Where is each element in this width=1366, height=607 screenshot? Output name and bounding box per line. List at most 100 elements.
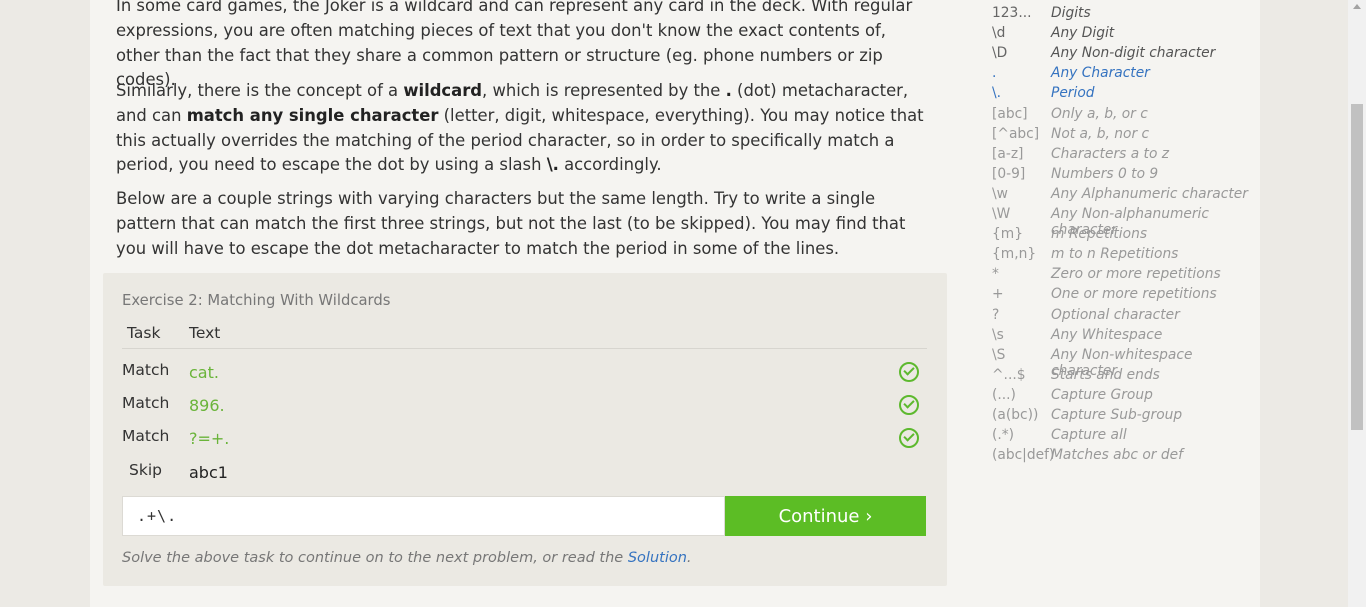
bold-match-any: match any single character [186,105,439,125]
reference-description: Not a, b, nor c [1051,126,1150,142]
reference-description: Period [1051,85,1095,101]
reference-item: \. Period [992,85,1262,105]
reference-symbol: (a(bc)) [992,407,1039,423]
reference-item: \d Any Digit [992,25,1262,45]
check-circle-icon [899,428,919,448]
regex-input[interactable] [123,497,724,535]
reference-description: Zero or more repetitions [1051,266,1221,282]
reference-symbol: \S [992,347,1006,363]
row-task: Skip [129,461,162,479]
row-text: abc1 [189,463,228,482]
reference-description: Capture all [1051,427,1127,443]
reference-symbol: [a-z] [992,146,1024,162]
reference-symbol: \. [992,85,1002,101]
reference-symbol: . [992,65,997,81]
hint-suffix: . [686,550,692,566]
bold-escaped-dot: \. [546,155,559,175]
reference-item: * Zero or more repetitions [992,266,1262,286]
reference-symbol: \D [992,45,1008,61]
reference-description: Capture Group [1051,387,1153,403]
reference-item: [^abc] Not a, b, nor c [992,126,1262,146]
reference-item: {m,n} m to n Repetitions [992,246,1262,266]
exercise-panel: Exercise 2: Matching With Wildcards Task… [103,273,947,586]
reference-description: Numbers 0 to 9 [1051,166,1159,182]
solution-link[interactable]: Solution [628,550,687,566]
column-text: Text [189,324,221,342]
text-span: , which is represented by the [482,81,726,100]
reference-item: [a-z] Characters a to z [992,146,1262,166]
row-task: Match [122,394,170,412]
lesson-paragraph-3: Below are a couple strings with varying … [116,189,906,258]
reference-symbol: \d [992,25,1006,41]
table-row: Match ?=+. [122,423,927,455]
table-row: Match 896. [122,390,927,422]
exercise-title: Exercise 2: Matching With Wildcards [122,292,391,309]
reference-description: Starts and ends [1051,367,1160,383]
reference-symbol: ? [992,307,1000,323]
reference-symbol: (.*) [992,427,1015,443]
row-text: cat. [189,363,219,382]
reference-item: \w Any Alphanumeric character [992,186,1262,206]
regex-input-wrapper [122,496,725,536]
row-text: 896. [189,396,225,415]
text-span: accordingly. [558,155,662,175]
reference-description: Any Digit [1051,25,1115,41]
reference-symbol: \W [992,206,1011,222]
table-row: Skip abc1 [122,457,927,489]
continue-button[interactable]: Continue › [725,496,926,536]
check-circle-icon [899,362,919,382]
row-task: Match [122,361,170,379]
reference-description: Any Alphanumeric character [1051,186,1248,202]
reference-description: Digits [1051,5,1091,21]
bold-wildcard: wildcard [403,81,483,100]
reference-item: \W Any Non-alphanumeric character [992,206,1262,238]
reference-item: . Any Character [992,65,1262,85]
reference-description: m Repetitions [1051,226,1148,242]
check-circle-icon [899,395,919,415]
reference-item: (a(bc)) Capture Sub-group [992,407,1262,427]
reference-description: Matches abc or def [1051,447,1183,463]
reference-description: Any Non-digit character [1051,45,1216,61]
reference-symbol: * [992,266,999,282]
reference-symbol: \s [992,327,1004,343]
reference-symbol: + [992,286,1004,302]
hint-text: Solve the above task to continue on to t… [122,550,692,566]
reference-symbol: (...) [992,387,1016,403]
vertical-scrollbar[interactable] [1348,0,1366,607]
reference-description: Characters a to z [1051,146,1170,162]
reference-item: ^...$ Starts and ends [992,367,1262,387]
reference-symbol: \w [992,186,1008,202]
reference-item: (...) Capture Group [992,387,1262,407]
lesson-paragraph-2: Similarly, there is the concept of a wil… [116,79,928,178]
reference-symbol: (abc|def) [992,447,1055,463]
reference-item: {m} m Repetitions [992,226,1262,246]
reference-item: + One or more repetitions [992,286,1262,306]
reference-item: 123... Digits [992,5,1262,25]
reference-symbol: {m} [992,226,1023,242]
row-text: ?=+. [189,429,230,448]
reference-symbol: [0-9] [992,166,1026,182]
reference-symbol: {m,n} [992,246,1037,262]
reference-item: (abc|def) Matches abc or def [992,447,1262,467]
column-task: Task [127,324,161,342]
reference-symbol: [^abc] [992,126,1040,142]
reference-item: \s Any Whitespace [992,327,1262,347]
table-header: Task Text [122,322,927,349]
reference-description: Capture Sub-group [1051,407,1183,423]
reference-item: \D Any Non-digit character [992,45,1262,65]
text-span: Similarly, there is the concept of a [116,81,404,100]
reference-item: [0-9] Numbers 0 to 9 [992,166,1262,186]
reference-item: (.*) Capture all [992,427,1262,447]
reference-description: Only a, b, or c [1051,106,1148,122]
scroll-up-arrow-icon[interactable] [1353,4,1361,9]
reference-description: One or more repetitions [1051,286,1217,302]
hint-prefix: Solve the above task to continue on to t… [122,550,628,566]
scroll-thumb[interactable] [1351,104,1363,430]
reference-item: \S Any Non-whitespace character [992,347,1262,379]
reference-description: Optional character [1051,307,1180,323]
reference-description: Any Whitespace [1051,327,1163,343]
row-task: Match [122,427,170,445]
reference-symbol: ^...$ [992,367,1026,383]
reference-symbol: 123... [992,5,1032,21]
reference-symbol: [abc] [992,106,1028,122]
